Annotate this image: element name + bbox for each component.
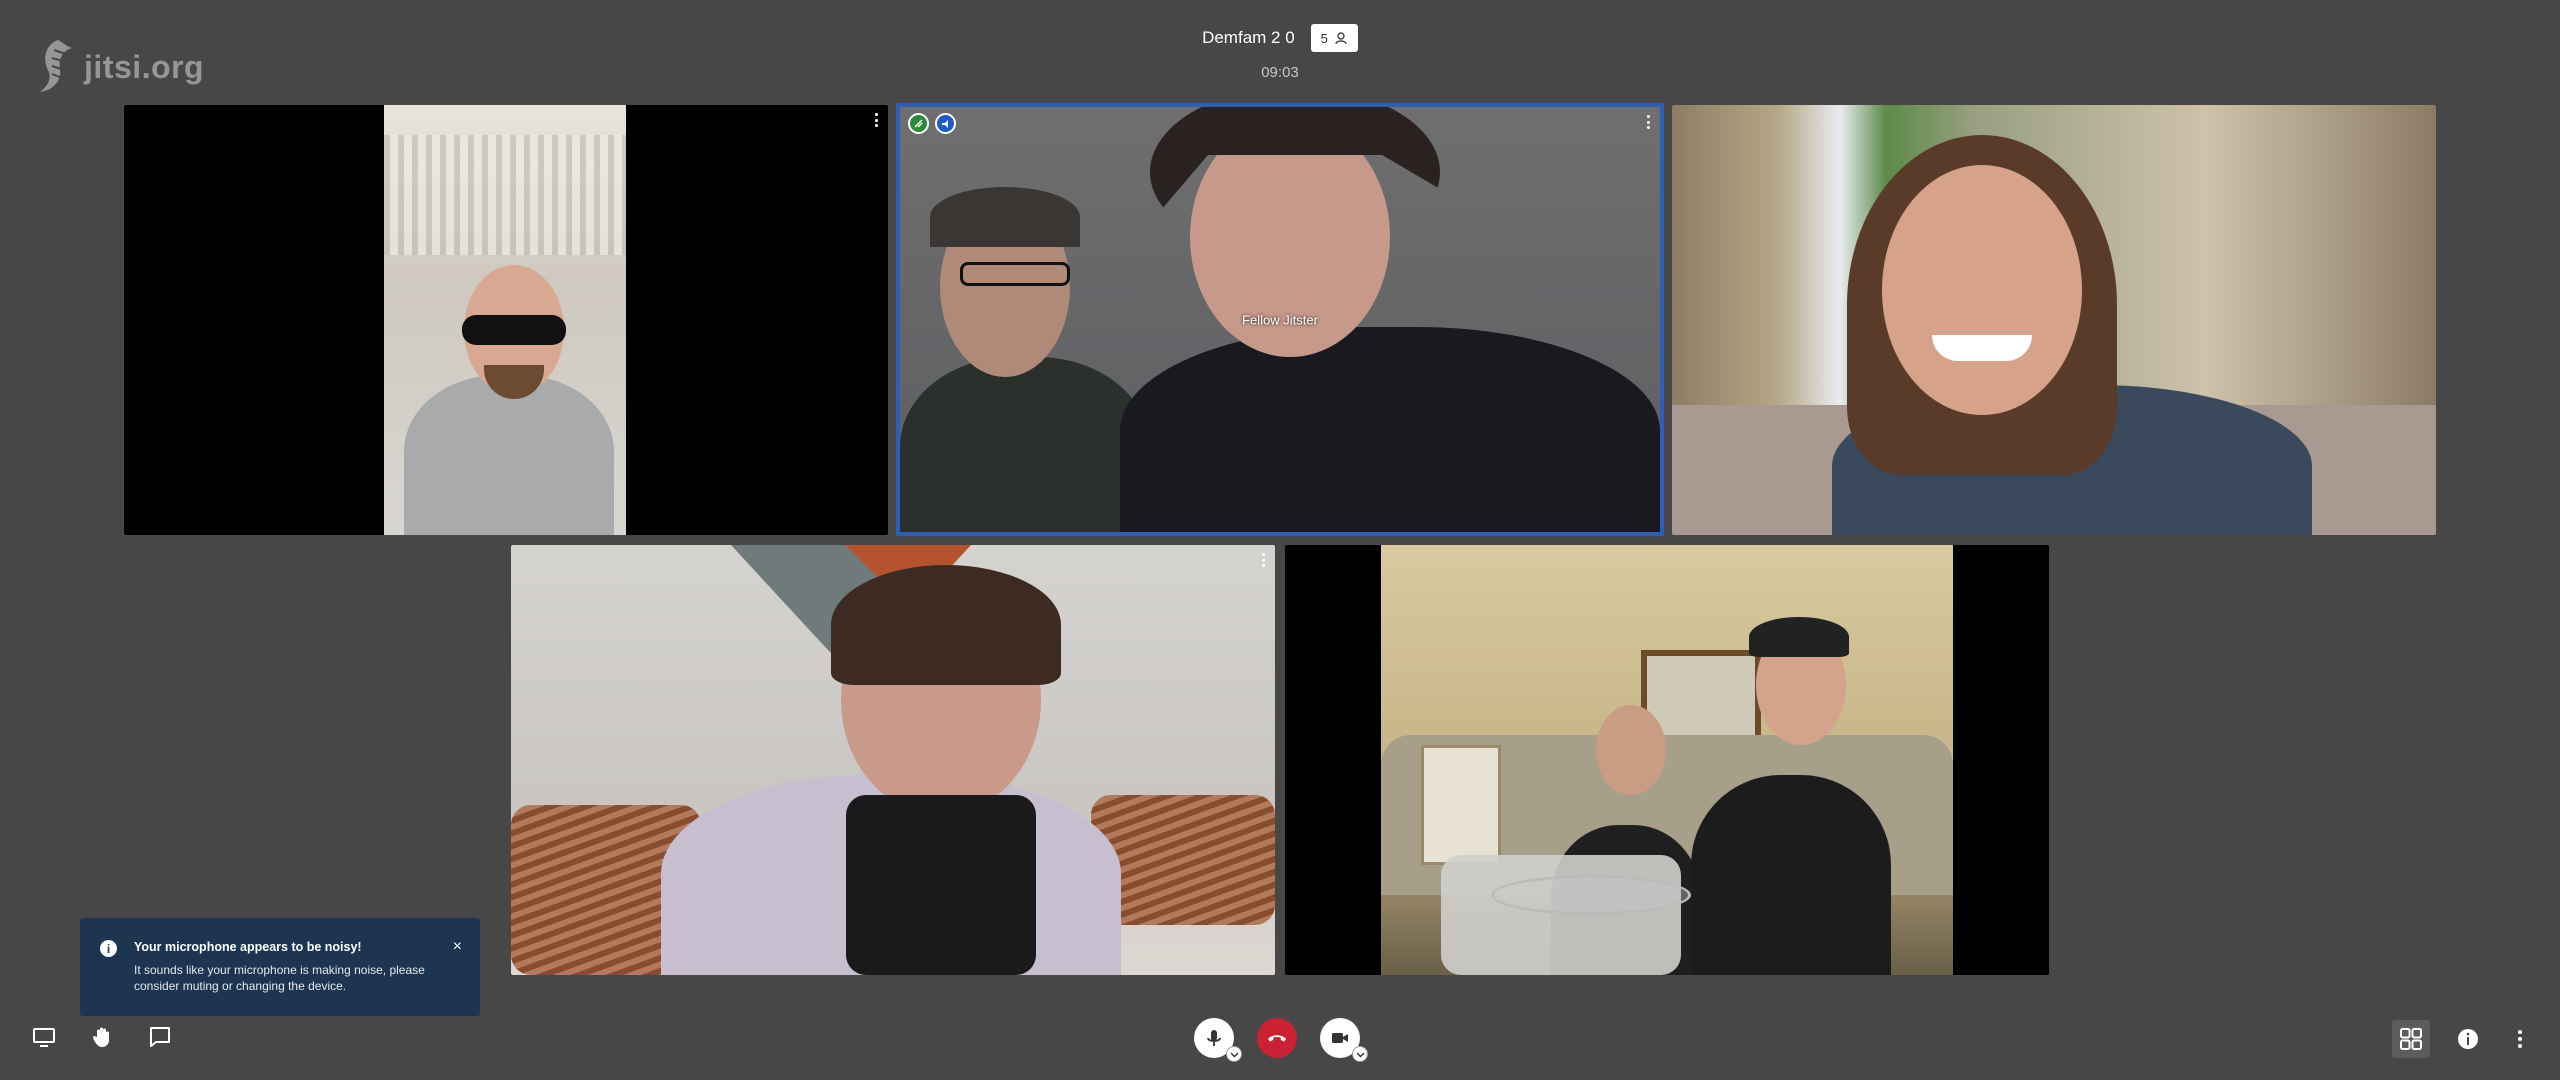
chat-button[interactable] bbox=[146, 1023, 174, 1051]
info-icon: i bbox=[100, 940, 117, 957]
conference-timer: 09:03 bbox=[1261, 64, 1299, 81]
meeting-title: Demfam 2 0 bbox=[1202, 28, 1295, 47]
toolbar-right bbox=[2392, 1020, 2534, 1058]
participants-count-button[interactable]: 5 bbox=[1310, 24, 1358, 52]
notification-body: It sounds like your microphone is making… bbox=[134, 963, 425, 993]
grid-icon bbox=[2400, 1028, 2422, 1050]
participant-count: 5 bbox=[1320, 30, 1328, 46]
chevron-down-icon bbox=[1356, 1052, 1364, 1057]
participant-display-name: Fellow Jitster bbox=[1242, 312, 1318, 327]
share-screen-button[interactable] bbox=[30, 1023, 58, 1051]
notification-title: Your microphone appears to be noisy! bbox=[134, 940, 362, 954]
more-actions-button[interactable] bbox=[2506, 1025, 2534, 1053]
toolbar-left bbox=[30, 1023, 174, 1051]
chevron-down-icon bbox=[1230, 1052, 1238, 1057]
desktop-icon bbox=[33, 1028, 55, 1047]
camera-options-button[interactable] bbox=[1352, 1046, 1368, 1062]
tile-menu-icon[interactable] bbox=[1644, 115, 1652, 129]
tile-menu-icon[interactable] bbox=[872, 113, 880, 127]
chat-icon bbox=[150, 1027, 170, 1047]
raise-hand-button[interactable] bbox=[88, 1023, 116, 1051]
connection-indicator-icon[interactable] bbox=[908, 113, 929, 134]
microphone-button[interactable] bbox=[1194, 1018, 1242, 1062]
conference-header: Demfam 2 0 5 09:03 bbox=[0, 24, 2560, 81]
participant-video bbox=[384, 105, 626, 535]
noisy-mic-notification: i Your microphone appears to be noisy! I… bbox=[80, 918, 480, 1016]
microphone-options-button[interactable] bbox=[1226, 1046, 1242, 1062]
camera-icon bbox=[1332, 1033, 1348, 1043]
hand-icon bbox=[92, 1027, 109, 1047]
info-icon bbox=[2458, 1029, 2478, 1049]
participant-video bbox=[511, 545, 1275, 975]
tile-view-button[interactable] bbox=[2392, 1020, 2430, 1058]
close-icon[interactable]: × bbox=[453, 938, 462, 956]
info-button[interactable] bbox=[2454, 1025, 2482, 1053]
camera-button[interactable] bbox=[1320, 1018, 1368, 1062]
video-tile-3[interactable] bbox=[1672, 105, 2436, 535]
phone-icon bbox=[1268, 1035, 1286, 1042]
tile-menu-icon[interactable] bbox=[1259, 553, 1267, 567]
toolbar-center bbox=[1194, 1018, 1368, 1062]
video-tile-5[interactable] bbox=[1285, 545, 2049, 975]
participant-video bbox=[1381, 545, 1953, 975]
video-tile-2[interactable]: Fellow Jitster bbox=[896, 103, 1664, 536]
hangup-button[interactable] bbox=[1257, 1018, 1297, 1058]
participants-icon bbox=[1335, 32, 1347, 45]
video-tile-4[interactable] bbox=[511, 545, 1275, 975]
dominant-speaker-icon bbox=[935, 113, 956, 134]
participant-video bbox=[1672, 105, 2436, 535]
microphone-icon bbox=[1207, 1030, 1221, 1046]
status-indicators bbox=[908, 113, 956, 134]
video-tile-1[interactable] bbox=[124, 105, 888, 535]
more-vertical-icon bbox=[2518, 1030, 2522, 1048]
